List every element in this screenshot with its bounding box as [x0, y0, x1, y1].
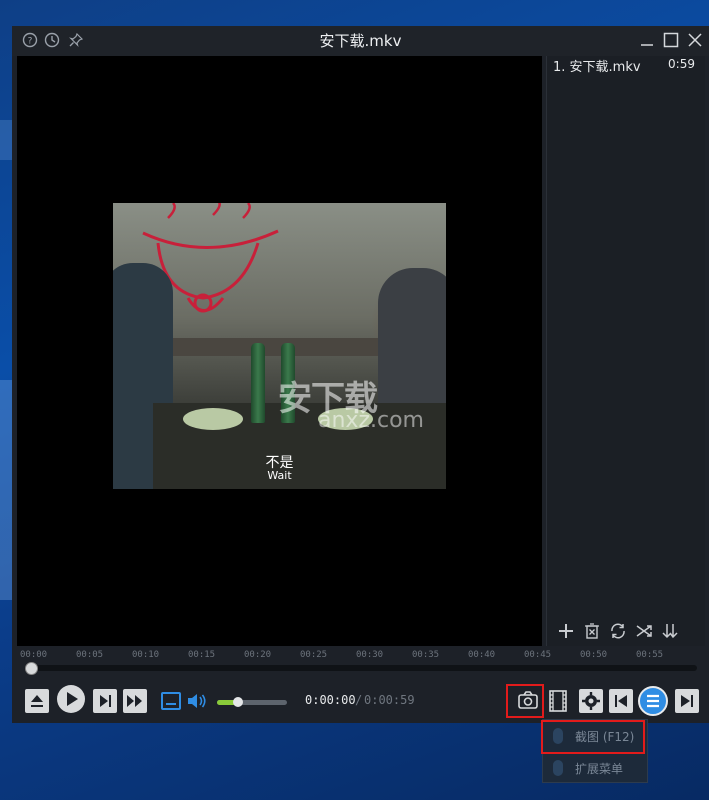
next-icon[interactable] [674, 688, 700, 714]
settings-gear-icon[interactable] [578, 688, 604, 714]
timeline-tick-label: 00:00 [20, 650, 48, 660]
timeline-tick-label: 00:40 [468, 650, 496, 660]
previous-icon[interactable] [608, 688, 634, 714]
menu-item-extended-menu[interactable]: 扩展菜单 [543, 754, 647, 782]
subtitle-icon[interactable] [158, 688, 184, 714]
help-icon[interactable]: ? [22, 32, 38, 48]
timeline-tick-label: 00:30 [356, 650, 384, 660]
playlist-panel: 1. 安下载.mkv 0:59 [546, 56, 705, 646]
time-separator: / [355, 693, 363, 707]
menu-item-label: 扩展菜单 [575, 762, 624, 776]
seek-handle[interactable] [25, 662, 38, 675]
bottle [251, 343, 265, 423]
close-icon[interactable] [686, 31, 704, 49]
timeline: 00:00 00:05 00:10 00:15 00:20 00:25 00:30 00:35… [17, 646, 704, 680]
subtitle-english: Wait [267, 469, 292, 482]
title-bar[interactable]: ? 安下载.mkv [12, 26, 709, 56]
fast-forward-icon[interactable] [122, 688, 148, 714]
timeline-tick-label: 00:05 [76, 650, 104, 660]
timeline-tick-label: 00:35 [412, 650, 440, 660]
playlist-item-duration: 0:59 [668, 57, 695, 71]
minimize-icon[interactable] [638, 31, 656, 49]
eject-icon[interactable] [24, 688, 50, 714]
volume-icon[interactable] [184, 688, 210, 714]
timeline-tick-label: 00:15 [188, 650, 216, 660]
seek-bar[interactable] [25, 665, 697, 671]
player-window: ? 安下载.mkv 安下载 anxz.com 不是 Wait 1. 安下载.mk… [12, 26, 709, 723]
delete-icon[interactable] [583, 622, 601, 640]
desktop-light-ray [0, 120, 12, 160]
playlist-item-name: 1. 安下载.mkv [553, 60, 641, 75]
sort-icon[interactable] [661, 622, 679, 640]
shuffle-icon[interactable] [635, 622, 653, 640]
timeline-tick-label: 00:45 [524, 650, 552, 660]
history-icon[interactable] [44, 32, 60, 48]
play-button[interactable] [56, 684, 86, 714]
playlist-item[interactable]: 1. 安下载.mkv 0:59 [553, 56, 701, 76]
watermark-domain: anxz.com [318, 408, 424, 433]
video-frame: 安下载 anxz.com 不是 Wait [113, 203, 446, 489]
pin-icon[interactable] [68, 32, 84, 48]
film-strip-icon[interactable] [545, 688, 571, 714]
svg-text:?: ? [28, 37, 33, 47]
menu-item-icon [553, 760, 563, 776]
video-viewport[interactable]: 安下载 anxz.com 不是 Wait [17, 56, 542, 646]
window-title: 安下载.mkv [319, 32, 402, 50]
timeline-tick-label: 00:10 [132, 650, 160, 660]
step-forward-icon[interactable] [92, 688, 118, 714]
camera-icon[interactable] [517, 689, 539, 711]
timeline-tick-label: 00:25 [300, 650, 328, 660]
timeline-tick-label: 00:50 [580, 650, 608, 660]
loop-icon[interactable] [609, 622, 627, 640]
control-bar: 0:00:00 / 0:00:59 [12, 682, 709, 723]
context-menu: 截图 (F12) 扩展菜单 [541, 719, 648, 783]
timeline-tick-label: 00:20 [244, 650, 272, 660]
total-time: 0:00:59 [364, 693, 415, 707]
plate [183, 408, 243, 430]
volume-handle[interactable] [233, 697, 243, 707]
maximize-icon[interactable] [662, 31, 680, 49]
playlist-toggle-icon[interactable] [638, 686, 668, 716]
add-icon[interactable] [557, 622, 575, 640]
timeline-tick-label: 00:55 [636, 650, 664, 660]
volume-slider[interactable] [217, 697, 287, 707]
playlist-toolbar [557, 622, 697, 642]
current-time: 0:00:00 [305, 693, 356, 707]
menu-highlight-box [541, 720, 645, 754]
